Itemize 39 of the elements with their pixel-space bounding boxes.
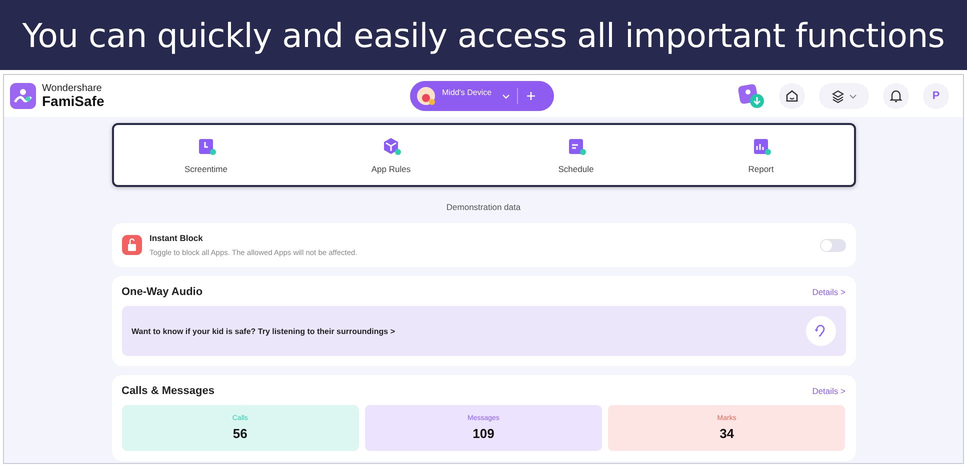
- chart-icon: [752, 136, 770, 156]
- listen-button[interactable]: [806, 316, 836, 346]
- profile-avatar[interactable]: P: [923, 83, 949, 109]
- details-link[interactable]: Details >: [812, 287, 846, 297]
- device-selector[interactable]: Midd's Device: [410, 81, 554, 111]
- home-icon: [785, 89, 799, 103]
- stat-value: 56: [232, 426, 248, 441]
- add-icon[interactable]: [524, 89, 538, 103]
- logo-icon: [10, 83, 36, 109]
- feature-button[interactable]: Schedule: [484, 125, 668, 185]
- brand-name: FamiSafe: [42, 94, 104, 108]
- unlock-icon: [122, 235, 142, 255]
- home-button[interactable]: [779, 83, 805, 109]
- feature-button[interactable]: Report: [668, 125, 854, 185]
- toggle-switch[interactable]: [820, 238, 846, 252]
- feature-button[interactable]: App Rules: [298, 125, 484, 185]
- stat-value: 109: [472, 426, 494, 441]
- bell-icon: [889, 89, 903, 103]
- child-avatar-icon: [416, 86, 436, 106]
- cube-icon: [382, 136, 400, 156]
- chevron-down-icon: [849, 92, 857, 100]
- card-title: Calls & Messages: [122, 385, 214, 397]
- clock-icon: [196, 136, 216, 156]
- device-name: Midd's Device: [442, 88, 493, 96]
- feature-button[interactable]: Screentime: [114, 125, 298, 185]
- layers-button[interactable]: [819, 83, 869, 109]
- audio-prompt[interactable]: Want to know if your kid is safe? Try listening to their surroundings >: [132, 326, 396, 336]
- brand-subtitle: Wondershare: [42, 84, 103, 94]
- notifications-button[interactable]: [883, 83, 909, 109]
- card-title: Instant Block: [150, 233, 204, 243]
- calendar-icon: [566, 136, 586, 156]
- demo-note: Demonstration data: [446, 202, 521, 212]
- card-title: One-Way Audio: [122, 286, 203, 298]
- caption-text: You can quickly and easily access all important functions: [22, 16, 945, 54]
- details-link[interactable]: Details >: [812, 386, 846, 396]
- ear-icon: [814, 324, 828, 338]
- layers-icon: [831, 89, 845, 103]
- stat-value: 34: [720, 426, 734, 441]
- download-app-icon[interactable]: [737, 83, 765, 109]
